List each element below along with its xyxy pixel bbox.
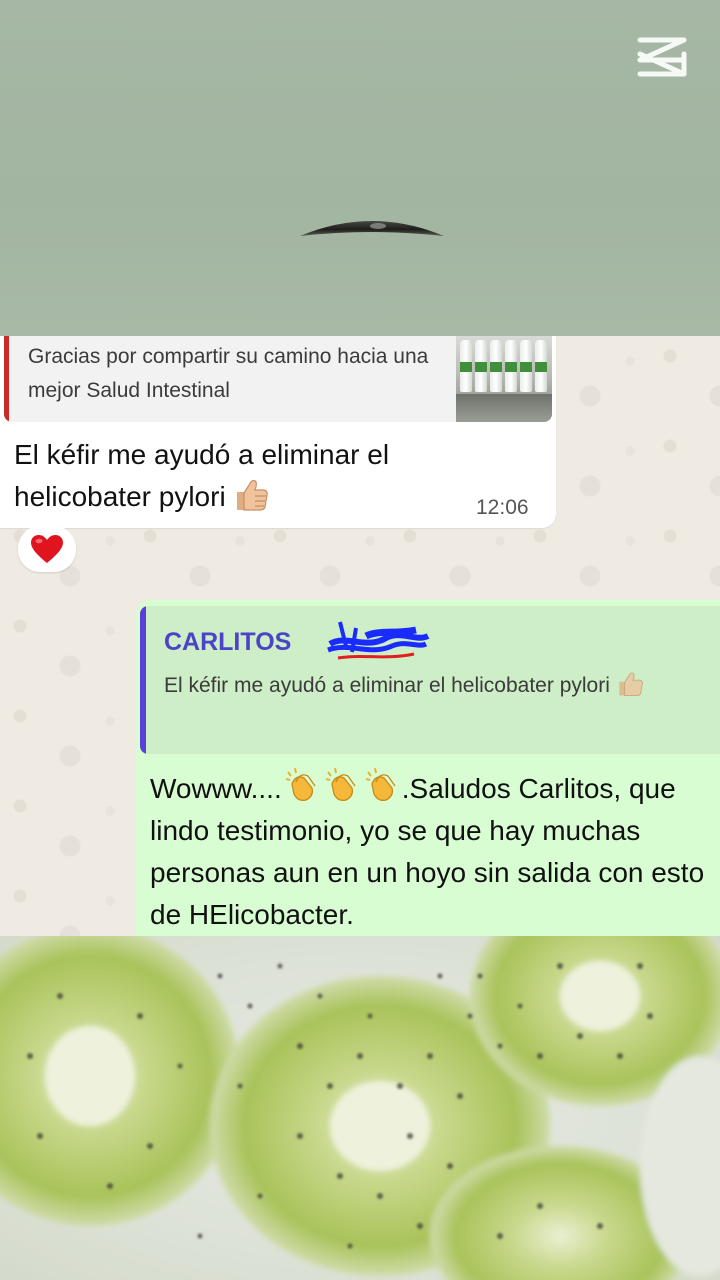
message-text: El kéfir me ayudó a eliminar el helicoba… — [14, 439, 390, 512]
bottom-video-frame — [0, 936, 720, 1280]
top-video-frame — [0, 0, 720, 336]
quoted-message[interactable]: Gracias por compartir su camino hacia un… — [4, 336, 552, 422]
quoted-message-text: Gracias por compartir su camino hacia un… — [28, 345, 429, 402]
kiwi-image — [0, 936, 720, 1280]
quote-accent-bar — [140, 606, 146, 754]
chat-area: Gracias por compartir su camino hacia un… — [0, 336, 720, 936]
quoted-image-thumbnail[interactable] — [456, 336, 552, 422]
quoted-reply-body: El kéfir me ayudó a eliminar el helicoba… — [164, 674, 610, 697]
blurred-object — [300, 221, 444, 236]
quoted-reply-text: El kéfir me ayudó a eliminar el helicoba… — [164, 668, 664, 704]
clapping-hands-icon — [285, 767, 316, 802]
outgoing-message-text: Wowww.... .Saludos Carlitos, que lindo t… — [150, 764, 710, 936]
thumbs-up-icon — [619, 672, 643, 696]
screen: Gracias por compartir su camino hacia un… — [0, 0, 720, 1280]
incoming-message-text: El kéfir me ayudó a eliminar el helicoba… — [14, 434, 474, 518]
message-prefix: Wowww.... — [150, 773, 282, 804]
quoted-reply[interactable]: CARLITOS El kéfir me ayudó a eliminar el… — [140, 606, 720, 754]
message-reaction[interactable] — [18, 526, 76, 572]
redaction-scribble — [327, 621, 430, 660]
message-timestamp: 12:06 — [476, 496, 529, 519]
clapping-hands-icon — [325, 767, 356, 802]
incoming-message-bubble[interactable]: Gracias por compartir su camino hacia un… — [0, 336, 556, 528]
heart-icon — [31, 535, 63, 563]
capcut-logo-icon — [637, 37, 687, 77]
outgoing-message-bubble[interactable]: CARLITOS El kéfir me ayudó a eliminar el… — [136, 600, 720, 936]
clapping-hands-icon — [365, 767, 396, 802]
thumbs-up-icon — [237, 479, 269, 511]
quote-accent-bar — [4, 336, 9, 422]
quoted-sender-name: CARLITOS — [164, 628, 292, 656]
